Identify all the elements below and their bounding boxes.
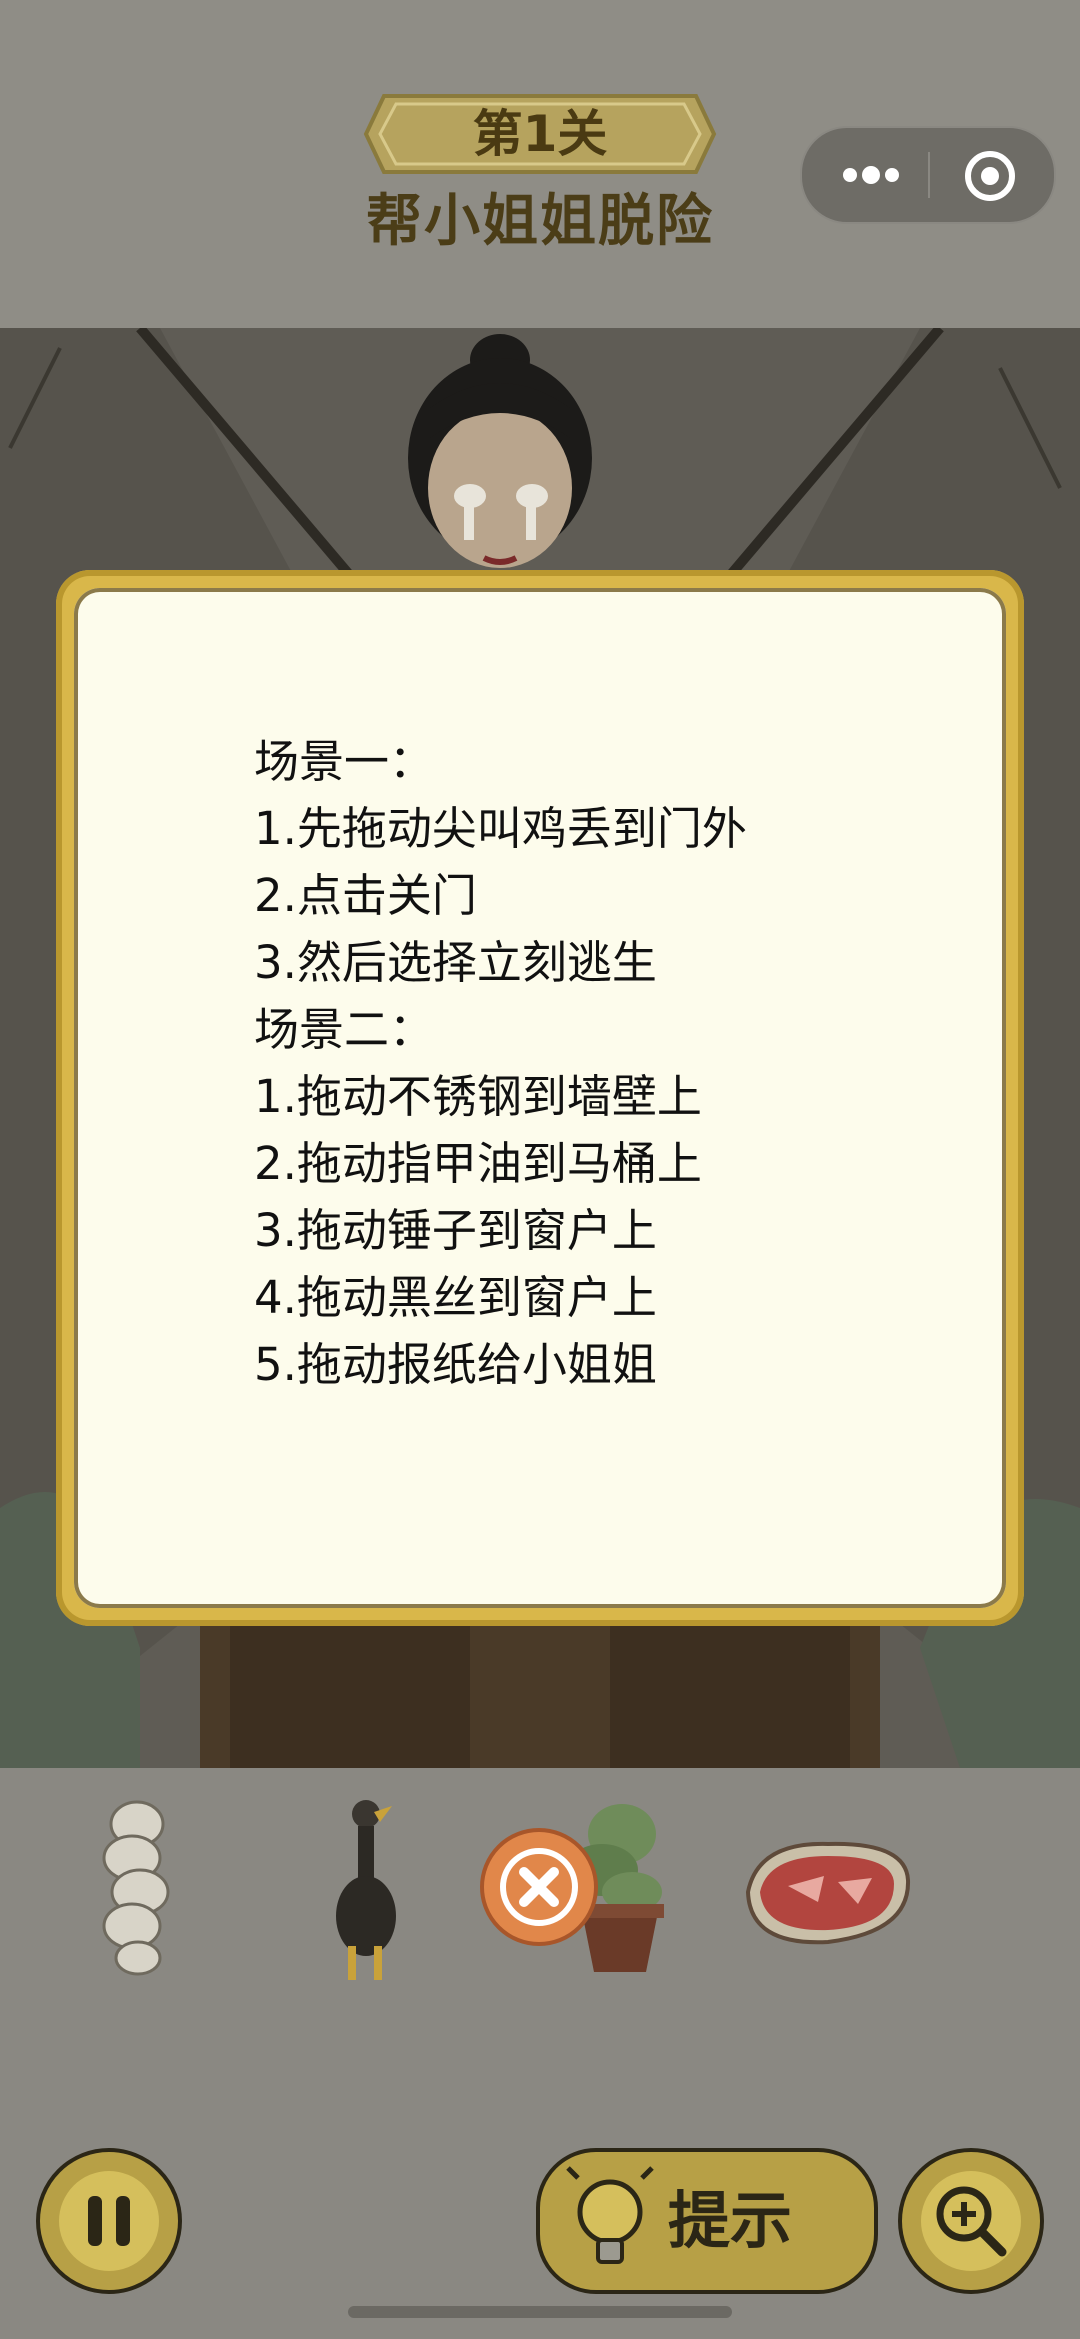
mini-program-capsule: [800, 126, 1056, 224]
instruction-line: 2.点击关门: [254, 869, 477, 922]
target-circle-icon[interactable]: [962, 148, 1018, 204]
close-x-icon[interactable]: [480, 1828, 598, 1946]
home-indicator: [348, 2306, 732, 2318]
zoom-in-button[interactable]: [898, 2148, 1044, 2294]
instruction-line: 场景二：: [254, 1003, 435, 1056]
instruction-line: 3.然后选择立刻逃生: [254, 936, 657, 989]
hint-label: 提示: [668, 2184, 793, 2257]
screaming-chicken-icon[interactable]: [330, 1796, 400, 1982]
instruction-line: 4.拖动黑丝到窗户上: [254, 1271, 657, 1324]
pause-icon: [59, 2171, 159, 2271]
instruction-line: 1.先拖动尖叫鸡丢到门外: [254, 802, 747, 855]
more-dots-icon[interactable]: [838, 150, 904, 200]
pause-button[interactable]: [36, 2148, 182, 2294]
instruction-line: 5.拖动报纸给小姐姐: [254, 1338, 657, 1391]
instruction-line: 2.拖动指甲油到马桶上: [254, 1137, 702, 1190]
level-badge: 第1关: [362, 92, 718, 176]
instruction-line: 1.拖动不锈钢到墙壁上: [254, 1070, 702, 1123]
hint-button[interactable]: 提示: [536, 2148, 878, 2294]
meat-steak-icon[interactable]: [738, 1832, 916, 1952]
garlic-icon[interactable]: [92, 1798, 182, 1978]
zoom-in-icon: [921, 2171, 1021, 2271]
walkthrough-instructions: 场景一： 1.先拖动尖叫鸡丢到门外 2.点击关门 3.然后选择立刻逃生 场景二：…: [254, 728, 954, 1398]
header-bar: 第1关 帮小姐姐脱险: [0, 0, 1080, 328]
instruction-line: 场景一：: [254, 735, 435, 788]
lightbulb-icon: [566, 2166, 654, 2264]
instruction-line: 3.拖动锤子到窗户上: [254, 1204, 657, 1257]
level-label: 第1关: [472, 105, 608, 163]
capsule-divider: [928, 152, 930, 198]
